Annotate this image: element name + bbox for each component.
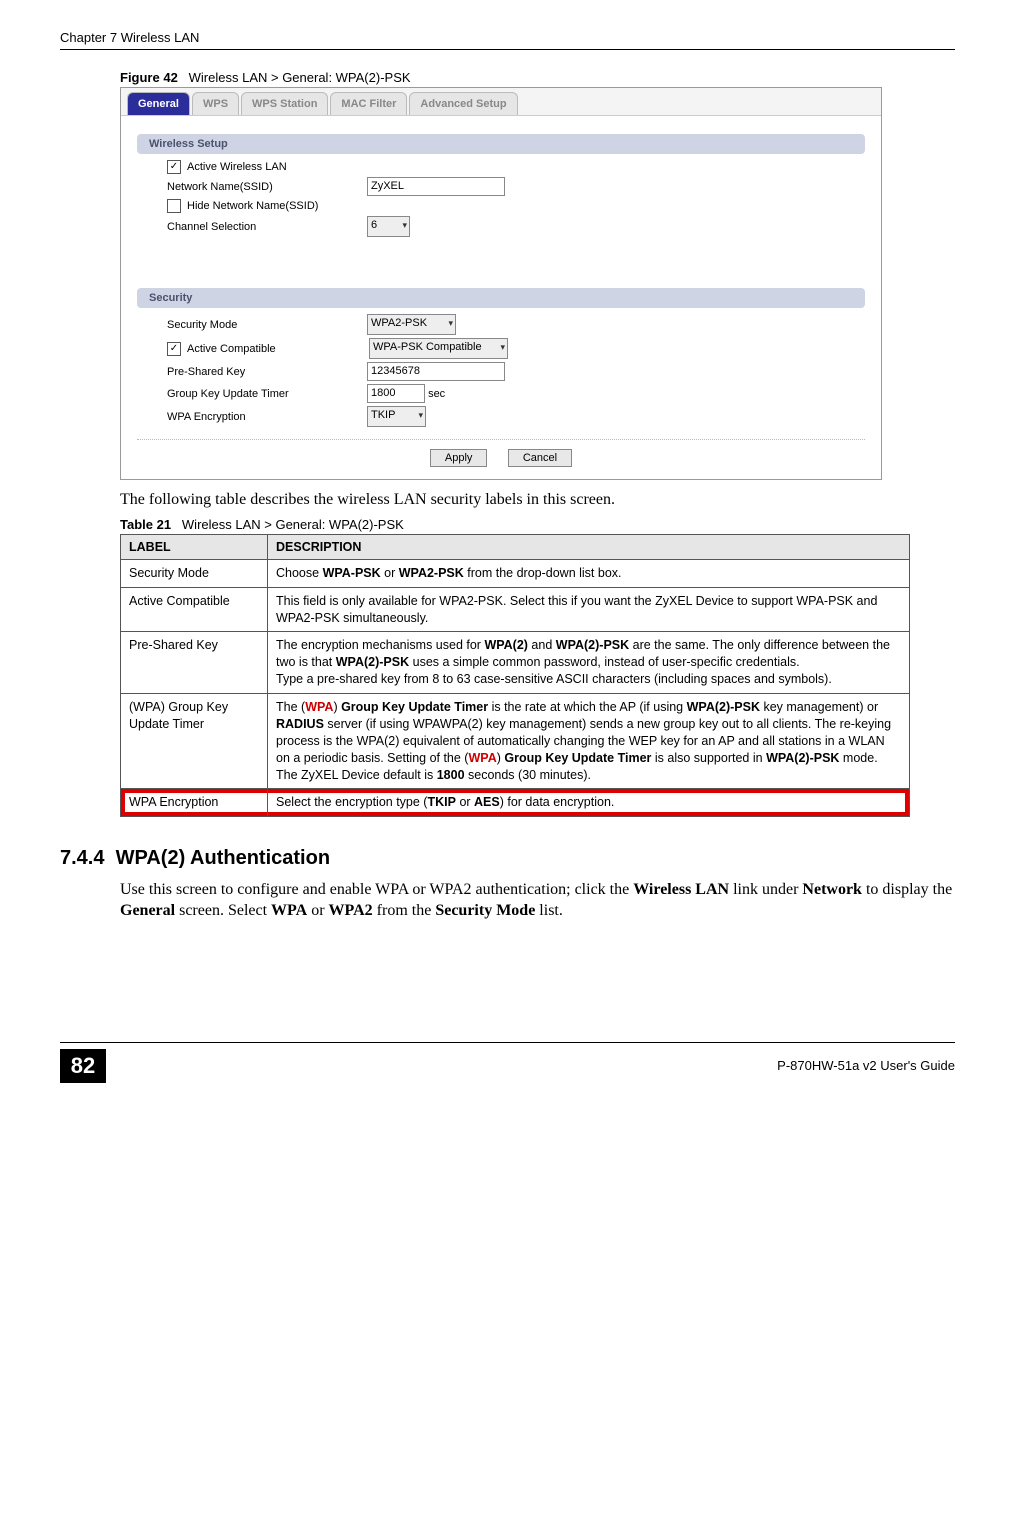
row-label: Security Mode [121,559,268,587]
th-label: LABEL [121,534,268,559]
active-wlan-label: Active Wireless LAN [187,161,287,173]
th-description: DESCRIPTION [268,534,910,559]
intro-text: The following table describes the wirele… [120,490,955,511]
enc-select[interactable]: TKIP [367,406,426,427]
ssid-label: Network Name(SSID) [167,181,367,193]
apply-button[interactable]: Apply [430,449,488,467]
table-title: Wireless LAN > General: WPA(2)-PSK [182,517,404,532]
row-description: Select the encryption type (TKIP or AES)… [268,789,910,817]
tab-advanced-setup[interactable]: Advanced Setup [409,92,517,115]
figure-label: Figure 42 [120,70,178,85]
gkt-label: Group Key Update Timer [167,388,367,400]
channel-select[interactable]: 6 [367,216,410,237]
figure-title: Wireless LAN > General: WPA(2)-PSK [189,70,411,85]
figure-caption: Figure 42 Wireless LAN > General: WPA(2)… [120,70,955,85]
security-header: Security [137,288,865,308]
tab-general[interactable]: General [127,92,190,115]
tab-mac-filter[interactable]: MAC Filter [330,92,407,115]
description-table: LABEL DESCRIPTION Security ModeChoose WP… [120,534,910,818]
active-compatible-select[interactable]: WPA-PSK Compatible [369,338,508,359]
tab-wps[interactable]: WPS [192,92,239,115]
running-header: Chapter 7 Wireless LAN [60,30,955,50]
section-heading: 7.4.4 WPA(2) Authentication [60,847,955,870]
table-row: (WPA) Group Key Update TimerThe (WPA) Gr… [121,694,910,789]
security-mode-select[interactable]: WPA2-PSK [367,314,456,335]
row-description: The (WPA) Group Key Update Timer is the … [268,694,910,789]
psk-label: Pre-Shared Key [167,366,367,378]
row-description: This field is only available for WPA2-PS… [268,587,910,632]
gkt-input[interactable]: 1800 [367,384,425,403]
row-label: Active Compatible [121,587,268,632]
row-description: Choose WPA-PSK or WPA2-PSK from the drop… [268,559,910,587]
section-title: WPA(2) Authentication [116,847,330,869]
hide-ssid-checkbox[interactable] [167,199,181,213]
guide-title: P-870HW-51a v2 User's Guide [777,1058,955,1073]
table-caption: Table 21 Wireless LAN > General: WPA(2)-… [120,517,955,532]
security-mode-label: Security Mode [167,319,367,331]
table-row: Security ModeChoose WPA-PSK or WPA2-PSK … [121,559,910,587]
row-label: WPA Encryption [121,789,268,817]
ssid-input[interactable]: ZyXEL [367,177,505,196]
cancel-button[interactable]: Cancel [508,449,572,467]
hide-ssid-label: Hide Network Name(SSID) [187,200,318,212]
table-row: Active CompatibleThis field is only avai… [121,587,910,632]
table-label: Table 21 [120,517,171,532]
active-compatible-label: Active Compatible [187,343,369,355]
tab-bar: General WPS WPS Station MAC Filter Advan… [121,88,881,116]
screenshot-panel: General WPS WPS Station MAC Filter Advan… [120,87,882,480]
psk-input[interactable]: 12345678 [367,362,505,381]
page-footer: 82 P-870HW-51a v2 User's Guide [60,1042,955,1083]
tab-wps-station[interactable]: WPS Station [241,92,328,115]
row-label: (WPA) Group Key Update Timer [121,694,268,789]
wireless-setup-header: Wireless Setup [137,134,865,154]
active-wlan-checkbox[interactable]: ✓ [167,160,181,174]
row-label: Pre-Shared Key [121,632,268,694]
enc-label: WPA Encryption [167,411,367,423]
active-compatible-checkbox[interactable]: ✓ [167,342,181,356]
channel-label: Channel Selection [167,221,367,233]
table-row: WPA EncryptionSelect the encryption type… [121,789,910,817]
section-number: 7.4.4 [60,847,104,869]
gkt-unit: sec [428,388,445,400]
page-number: 82 [60,1049,106,1083]
table-row: Pre-Shared KeyThe encryption mechanisms … [121,632,910,694]
section-body: Use this screen to configure and enable … [120,880,955,922]
row-description: The encryption mechanisms used for WPA(2… [268,632,910,694]
